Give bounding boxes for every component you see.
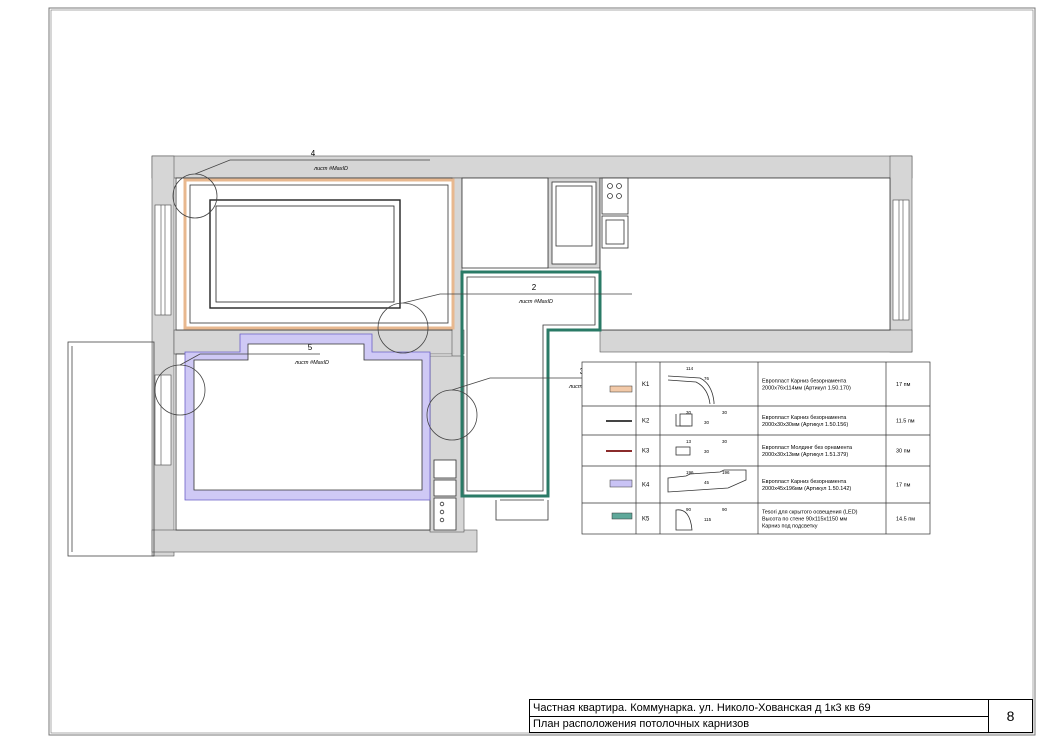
legend-desc-k5-2: Карниз под подсветку: [762, 524, 818, 530]
cornice-legend-table: [581, 361, 931, 535]
stove: [601, 177, 629, 215]
legend-dim-k1-1: 76: [704, 376, 710, 381]
legend-qty-k1: 17 пм: [896, 382, 911, 388]
legend-dim-k4-0: 196: [686, 470, 694, 475]
legend-dim-k2-0: 30: [686, 410, 692, 415]
swatch-k5: [611, 512, 633, 520]
legend-dim-k5-0: 90: [686, 507, 692, 512]
wall-top: [151, 155, 913, 179]
legend-dim-k3-1: 30: [704, 449, 710, 454]
legend-qty-k3: 30 пм: [896, 449, 911, 455]
balcony: [67, 341, 155, 557]
room-kitchen: [461, 177, 549, 269]
wall-bottom: [151, 529, 478, 553]
legend-desc-k4-0: Европласт Карниз безорнамента: [762, 479, 847, 485]
callout-4-number: 4: [311, 149, 316, 158]
legend-code-k1: K1: [642, 382, 650, 388]
legend-desc-k4-1: 2000x45x196мм (Артикул 1.50.142): [762, 486, 851, 492]
hob-small: [433, 497, 457, 531]
room-4: [175, 177, 453, 331]
callout-5-number: 5: [308, 343, 313, 352]
callout-2-number: 2: [532, 283, 537, 292]
title-block: Частная квартира. Коммунарка. ул. Николо…: [529, 699, 1033, 733]
washer: [433, 459, 457, 479]
legend-dim-k2-2: 30: [722, 410, 728, 415]
legend-code-k4: K4: [642, 483, 650, 489]
legend-qty-k4: 17 пм: [896, 483, 911, 489]
legend-desc-k2-0: Европласт Карниз безорнамента: [762, 415, 847, 421]
window-right: [892, 199, 910, 321]
legend-dim-k4-1: 45: [704, 480, 710, 485]
window-left: [154, 204, 172, 316]
legend-dim-k2-1: 30: [704, 420, 710, 425]
legend-dim-k5-2: 90: [722, 507, 728, 512]
legend-code-k5: K5: [642, 517, 650, 523]
callout-4-ref: лист #MaxID: [313, 166, 348, 172]
legend-dim-k1-0: 114: [686, 366, 694, 371]
legend-desc-k3-0: Европласт Молдинг без орнамента: [762, 445, 853, 451]
legend-dim-k4-2: 196: [722, 470, 730, 475]
balcony-door: [154, 374, 172, 466]
legend-desc-k1-1: 2000x76x114мм (Артикул 1.50.170): [762, 386, 851, 392]
callout-5-ref: лист #MaxID: [294, 360, 329, 366]
swatch-k1: [609, 385, 633, 393]
legend-qty-k2: 11.5 пм: [896, 419, 915, 425]
legend-qty-k5: 14.5 пм: [896, 517, 915, 523]
callout-2-ref: лист #MaxID: [518, 299, 553, 305]
title-line-1: Частная квартира. Коммунарка. ул. Николо…: [533, 702, 871, 714]
legend-code-k3: K3: [642, 449, 650, 455]
legend-desc-k2-1: 2000x30x30мм (Артикул 1.50.156): [762, 422, 848, 428]
legend-desc-k3-1: 2000x30x13мм (Артикул 1.51.379): [762, 452, 848, 458]
swatch-k2: [606, 420, 632, 422]
legend-dim-k5-1: 115: [704, 517, 712, 522]
swatch-k3: [606, 450, 632, 452]
sheet-number: 8: [1006, 708, 1015, 724]
legend-dim-k3-0: 13: [686, 439, 692, 444]
swatch-k4: [609, 479, 633, 488]
title-line-2: План расположения потолочных карнизов: [533, 718, 750, 730]
legend-desc-k5-0: Tesori для скрытого освещения (LED): [762, 510, 858, 516]
room-right: [599, 177, 891, 331]
wall-right-bottom: [599, 329, 913, 353]
legend-desc-k5-1: Высота по стене 90x115x1150 мм: [762, 517, 847, 523]
drawing-sheet: 4 лист #MaxID 2 лист #MaxID 5 лист #MaxI…: [48, 7, 1036, 736]
legend-code-k2: K2: [642, 419, 650, 425]
legend-dim-k3-2: 30: [722, 439, 728, 444]
legend-desc-k1-0: Европласт Карниз безорнамента: [762, 379, 847, 385]
